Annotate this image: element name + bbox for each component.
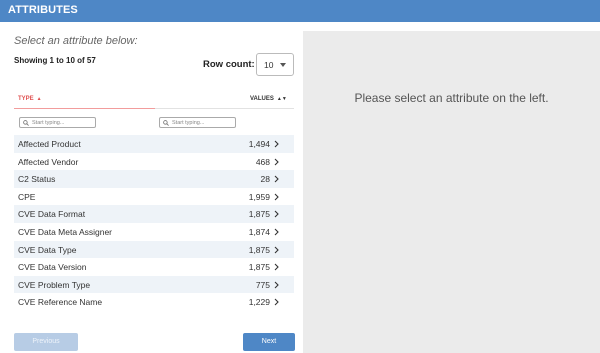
panel-subtitle: Select an attribute below: xyxy=(14,35,138,47)
previous-button[interactable]: Previous xyxy=(14,333,78,351)
column-header-type[interactable]: TYPE ▲ xyxy=(18,96,42,102)
row-value: 1,874 xyxy=(248,226,270,237)
row-value: 1,875 xyxy=(248,262,270,273)
row-value: 1,494 xyxy=(248,139,270,149)
search-icon xyxy=(163,120,169,126)
row-value: 1,229 xyxy=(248,297,270,308)
column-header-values[interactable]: VALUES ▲▼ xyxy=(250,96,287,102)
row-value: 1,875 xyxy=(248,209,270,220)
table-row[interactable]: C2 Status 28 xyxy=(14,170,294,188)
empty-state-message: Please select an attribute on the left. xyxy=(354,91,549,105)
next-button[interactable]: Next xyxy=(243,333,295,351)
row-value: 1,875 xyxy=(248,244,270,255)
app-header: ATTRIBUTES xyxy=(0,0,600,22)
search-icon xyxy=(23,120,29,126)
row-label: CVE Data Meta Assigner xyxy=(18,226,113,237)
table-row[interactable]: Affected Product 1,494 xyxy=(14,135,294,153)
sort-icon: ▲▼ xyxy=(276,96,287,102)
column-header-type-label: TYPE xyxy=(18,96,34,102)
chevron-right-icon xyxy=(274,281,279,289)
chevron-right-icon xyxy=(274,263,279,271)
table-row[interactable]: CVE Problem Type 775 xyxy=(14,275,294,294)
row-label: CVE Reference Name xyxy=(18,297,103,308)
chevron-right-icon xyxy=(274,193,279,201)
column-header-values-label: VALUES xyxy=(250,96,274,102)
type-filter-placeholder: Start typing... xyxy=(32,120,65,126)
row-count-select[interactable]: 10 xyxy=(256,53,294,76)
row-label: CVE Data Version xyxy=(18,262,87,273)
attribute-list-panel: Select an attribute below: Showing 1 to … xyxy=(0,22,302,353)
chevron-right-icon xyxy=(274,298,279,306)
caret-down-icon xyxy=(280,63,286,67)
row-value: 775 xyxy=(255,279,270,290)
row-count-label: Row count: xyxy=(203,59,255,70)
type-filter-input[interactable]: Start typing... xyxy=(19,117,96,128)
chevron-right-icon xyxy=(274,210,279,218)
row-value: 468 xyxy=(255,156,270,167)
table-row[interactable]: CPE 1,959 xyxy=(14,188,294,206)
attribute-table: Affected Product 1,494 Affected Vendor 4… xyxy=(14,135,294,311)
table-row[interactable]: CVE Data Type 1,875 xyxy=(14,240,294,259)
row-value: 1,959 xyxy=(248,191,270,202)
showing-count: Showing 1 to 10 of 57 xyxy=(14,56,96,65)
table-row[interactable]: CVE Data Meta Assigner 1,874 xyxy=(14,223,294,241)
detail-panel: Please select an attribute on the left. xyxy=(303,31,600,353)
chevron-right-icon xyxy=(274,175,279,183)
values-filter-input[interactable]: Start typing... xyxy=(159,117,236,128)
row-label: CVE Problem Type xyxy=(18,279,91,290)
row-value: 28 xyxy=(260,174,270,185)
header-title: ATTRIBUTES xyxy=(8,4,78,16)
row-label: CVE Data Format xyxy=(18,209,86,220)
table-row[interactable]: CVE Reference Name 1,229 xyxy=(14,293,294,311)
table-row[interactable]: CVE Data Version 1,875 xyxy=(14,258,294,276)
table-row[interactable]: CVE Data Format 1,875 xyxy=(14,205,294,223)
chevron-right-icon xyxy=(274,140,279,148)
active-sort-underline xyxy=(14,108,155,109)
row-label: CPE xyxy=(18,191,36,202)
row-label: C2 Status xyxy=(18,174,56,185)
chevron-right-icon xyxy=(274,228,279,236)
row-label: CVE Data Type xyxy=(18,244,77,255)
row-label: Affected Product xyxy=(18,139,81,149)
chevron-right-icon xyxy=(274,158,279,165)
sort-asc-icon: ▲ xyxy=(36,96,42,102)
header-divider xyxy=(155,108,294,109)
row-label: Affected Vendor xyxy=(18,156,79,167)
chevron-right-icon xyxy=(274,246,279,253)
table-row[interactable]: Affected Vendor 468 xyxy=(14,153,294,171)
row-count-value: 10 xyxy=(264,60,274,70)
values-filter-placeholder: Start typing... xyxy=(172,120,205,126)
